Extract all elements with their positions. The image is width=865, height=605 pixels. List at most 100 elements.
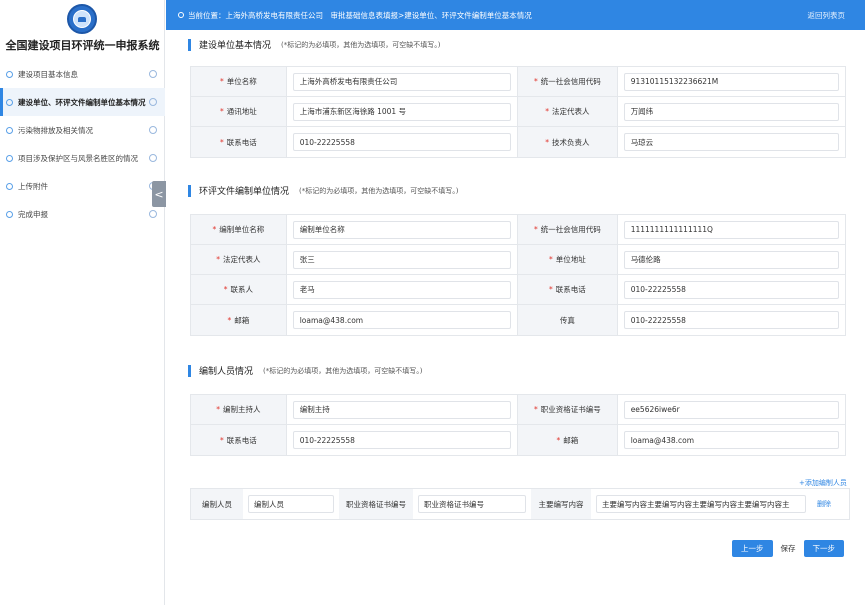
field-label: * 单位地址	[518, 245, 618, 274]
circle-icon	[6, 154, 13, 162]
emblem-logo-icon	[67, 4, 97, 34]
check-circle-icon	[149, 126, 157, 134]
system-title: 全国建设项目环评统一申报系统	[5, 39, 160, 52]
field-label: * 联系电话	[191, 127, 287, 157]
sidebar-item-label: 建设单位、环评文件编制单位基本情况	[18, 97, 146, 107]
staff-content-field[interactable]: 主要编写内容主要编写内容主要编写内容主要编写内容主	[591, 489, 811, 519]
field-label: * 邮箱	[518, 425, 618, 455]
section-title-eia-unit: 环评文件编制单位情况 (*标记的为必填项，其他为选填项，可空缺不填写。)	[188, 184, 458, 197]
check-circle-icon	[149, 154, 157, 162]
form-row: * 单位名称 上海外高桥发电有限责任公司 * 统一社会信用代码 9131011513…	[191, 67, 845, 97]
field-label: * 联系电话	[518, 275, 618, 304]
form-row: * 联系电话 010-22225558 * 技术负责人 马琼云	[191, 127, 845, 157]
lead-email-field[interactable]: loama@438.com	[618, 425, 845, 455]
field-label: * 通讯地址	[191, 97, 287, 126]
form-row: * 联系人 老马 * 联系电话 010-22225558	[191, 275, 845, 305]
field-label: * 统一社会信用代码	[518, 215, 618, 244]
eia-unit-name-field[interactable]: 编制单位名称	[287, 215, 518, 244]
sidebar-item-finish[interactable]: 完成申报	[0, 200, 165, 228]
section-note: (*标记的为必填项，其他为选填项，可空缺不填写。)	[281, 40, 441, 49]
lead-cert-field[interactable]: ee5626iwe6r	[618, 395, 845, 424]
form-row: * 编制主持人 编制主持 * 职业资格证书编号 ee5626iwe6r	[191, 395, 845, 425]
construction-unit-form: * 单位名称 上海外高桥发电有限责任公司 * 统一社会信用代码 9131011513…	[190, 66, 846, 158]
sidebar-item-protected-areas[interactable]: 项目涉及保护区与风景名胜区的情况	[0, 144, 165, 172]
phone-field[interactable]: 010-22225558	[287, 127, 518, 157]
sidebar-item-units[interactable]: 建设单位、环评文件编制单位基本情况	[0, 88, 165, 116]
delete-staff-link[interactable]: 删除	[811, 499, 831, 509]
form-row: * 通讯地址 上海市浦东新区海徐路 1001 号 * 法定代表人 万闻纬	[191, 97, 845, 127]
eia-phone-field[interactable]: 010-22225558	[618, 275, 845, 304]
address-field[interactable]: 上海市浦东新区海徐路 1001 号	[287, 97, 518, 126]
field-label: * 邮箱	[191, 305, 287, 335]
eia-credit-code-field[interactable]: 1111111111111111Q	[618, 215, 845, 244]
field-label: 编制人员	[191, 489, 243, 519]
next-step-button[interactable]: 下一步	[803, 540, 844, 557]
sidebar-item-attachments[interactable]: 上传附件	[0, 172, 165, 200]
check-circle-icon	[149, 70, 157, 78]
staff-cert-field[interactable]: 职业资格证书编号	[413, 489, 531, 519]
section-title-text: 建设单位基本情况	[199, 41, 272, 51]
eia-email-field[interactable]: loama@438.com	[287, 305, 518, 335]
save-button[interactable]: 保存	[773, 540, 804, 557]
field-label: * 联系电话	[191, 425, 287, 455]
sidebar-item-label: 上传附件	[18, 181, 48, 191]
field-label: * 职业资格证书编号	[518, 395, 618, 424]
circle-icon	[6, 126, 13, 134]
topbar: 当前位置：上海外高桥发电有限责任公司 审批基础信息表填报>建设单位、环评文件编制…	[166, 0, 865, 30]
field-label: * 编制主持人	[191, 395, 287, 424]
sidebar-nav: 建设项目基本信息 建设单位、环评文件编制单位基本情况 污染物排放及相关情况 项目…	[0, 60, 165, 228]
sidebar: 全国建设项目环评统一申报系统 建设项目基本信息 建设单位、环评文件编制单位基本情…	[0, 0, 165, 605]
field-label: * 编制单位名称	[191, 215, 287, 244]
field-label: * 统一社会信用代码	[518, 67, 618, 96]
form-row: * 编制单位名称 编制单位名称 * 统一社会信用代码 111111111111111…	[191, 215, 845, 245]
section-note: (*标记的为必填项，其他为选填项，可空缺不填写。)	[263, 366, 423, 375]
lead-phone-field[interactable]: 010-22225558	[287, 425, 518, 455]
lead-name-field[interactable]: 编制主持	[287, 395, 518, 424]
section-title-construction-unit: 建设单位基本情况 (*标记的为必填项，其他为选填项，可空缺不填写。)	[188, 38, 440, 51]
circle-icon	[6, 210, 13, 218]
circle-icon	[6, 182, 13, 190]
field-label: 职业资格证书编号	[339, 489, 413, 519]
field-label: 传真	[518, 305, 618, 335]
check-circle-icon	[149, 98, 157, 106]
staff-row: 编制人员 编制人员 职业资格证书编号 职业资格证书编号 主要编写内容 主要编写内…	[190, 488, 850, 520]
eia-contact-field[interactable]: 老马	[287, 275, 518, 304]
field-label: * 技术负责人	[518, 127, 618, 157]
form-row: * 法定代表人 张三 * 单位地址 马德伦路	[191, 245, 845, 275]
eia-address-field[interactable]: 马德伦路	[618, 245, 845, 274]
location-icon	[178, 12, 184, 18]
field-label: * 法定代表人	[518, 97, 618, 126]
staff-lead-form: * 编制主持人 编制主持 * 职业资格证书编号 ee5626iwe6r * 联系电话 …	[190, 394, 846, 456]
unit-name-field[interactable]: 上海外高桥发电有限责任公司	[287, 67, 518, 96]
section-title-text: 编制人员情况	[199, 367, 254, 377]
eia-legal-rep-field[interactable]: 张三	[287, 245, 518, 274]
sidebar-item-label: 建设项目基本信息	[18, 69, 78, 79]
breadcrumb: 当前位置：上海外高桥发电有限责任公司 审批基础信息表填报>建设单位、环评文件编制…	[188, 10, 532, 20]
sidebar-item-label: 污染物排放及相关情况	[18, 125, 93, 135]
section-title-text: 环评文件编制单位情况	[199, 187, 290, 197]
field-label: * 单位名称	[191, 67, 287, 96]
circle-icon	[6, 70, 13, 78]
check-circle-icon	[149, 210, 157, 218]
section-note: (*标记的为必填项，其他为选填项，可空缺不填写。)	[299, 186, 459, 195]
field-label: * 法定代表人	[191, 245, 287, 274]
form-row: * 联系电话 010-22225558 * 邮箱 loama@438.com	[191, 425, 845, 455]
staff-name-field[interactable]: 编制人员	[243, 489, 339, 519]
circle-icon	[6, 98, 13, 106]
form-row: * 邮箱 loama@438.com 传真 010-22225558	[191, 305, 845, 335]
sidebar-item-project-info[interactable]: 建设项目基本信息	[0, 60, 165, 88]
field-label: 主要编写内容	[531, 489, 591, 519]
sidebar-item-pollutants[interactable]: 污染物排放及相关情况	[0, 116, 165, 144]
legal-rep-field[interactable]: 万闻纬	[618, 97, 845, 126]
tech-lead-field[interactable]: 马琼云	[618, 127, 845, 157]
credit-code-field[interactable]: 91310115132236621M	[618, 67, 845, 96]
action-buttons: 上一步 保存 下一步	[732, 540, 844, 557]
sidebar-collapse-button[interactable]: <	[152, 181, 166, 207]
eia-fax-field[interactable]: 010-22225558	[618, 305, 845, 335]
sidebar-item-label: 完成申报	[18, 209, 48, 219]
add-staff-link[interactable]: +添加编制人员	[799, 478, 847, 488]
back-to-list-link[interactable]: 返回列表页	[808, 10, 846, 21]
eia-unit-form: * 编制单位名称 编制单位名称 * 统一社会信用代码 111111111111111…	[190, 214, 846, 336]
prev-step-button[interactable]: 上一步	[732, 540, 773, 557]
sidebar-item-label: 项目涉及保护区与风景名胜区的情况	[18, 153, 138, 163]
